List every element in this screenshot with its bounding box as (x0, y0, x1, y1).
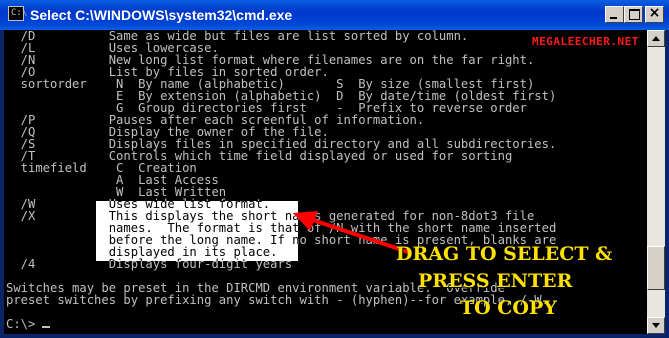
instruction-annotation: DRAG TO SELECT & PRESS ENTER TO COPY (396, 241, 646, 322)
annotation-line-1: DRAG TO SELECT & (396, 243, 613, 265)
annotation-line-3: TO COPY (460, 297, 557, 319)
cmd-window: C:\ Select C:\WINDOWS\system32\cmd.exe ×… (0, 0, 669, 338)
arrow-shaft (309, 217, 409, 254)
annotation-line-2: PRESS ENTER (418, 270, 573, 292)
